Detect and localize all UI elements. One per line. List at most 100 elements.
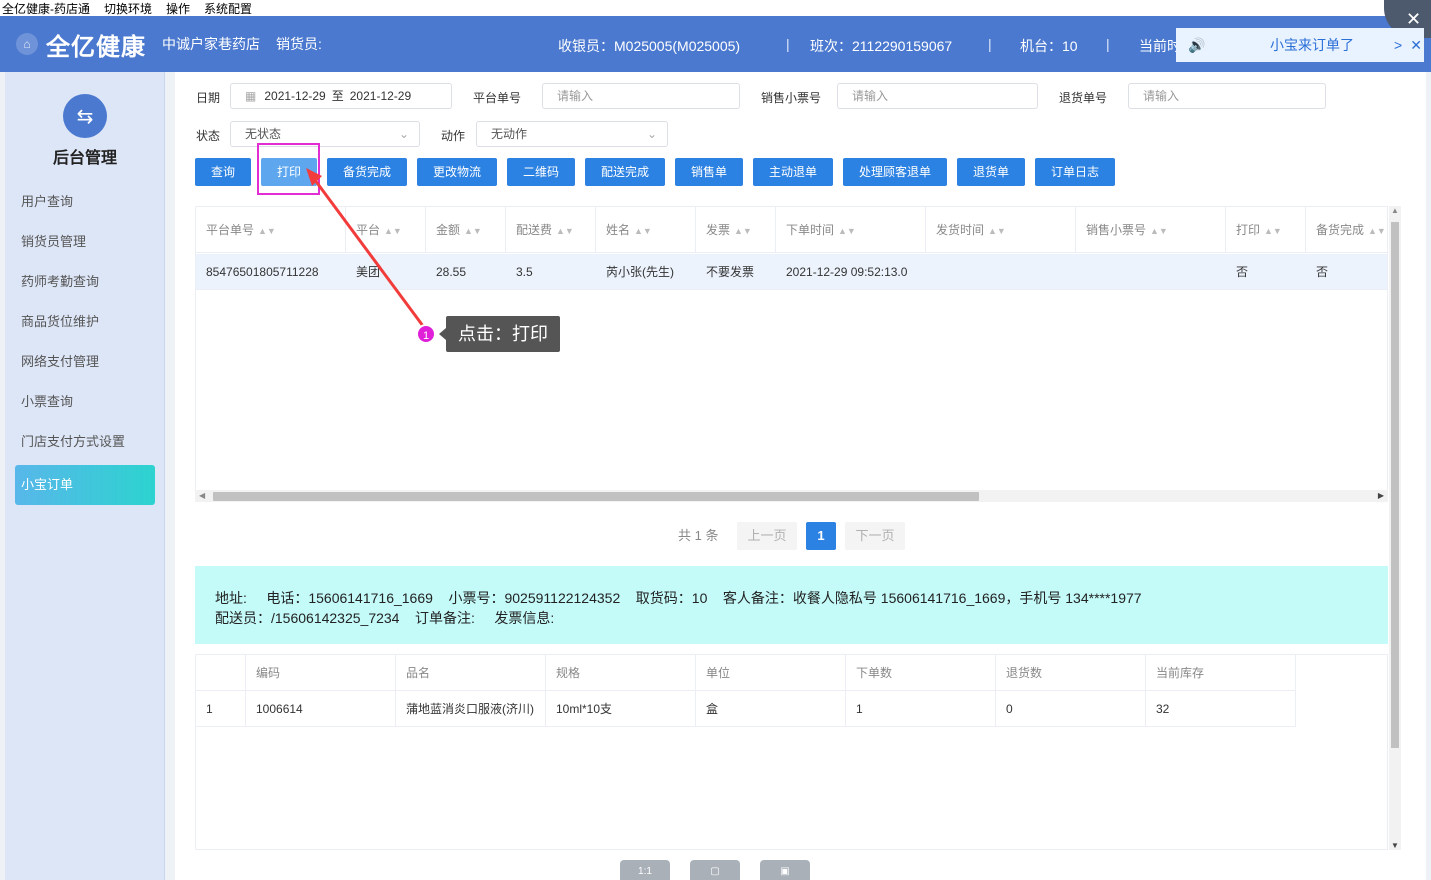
- horizontal-scrollbar[interactable]: ◀ ▶: [195, 490, 1388, 502]
- order-info-line2: 配送员：/15606142325_7234 订单备注: 发票信息:: [215, 610, 555, 626]
- scrollbar-thumb[interactable]: [213, 492, 979, 501]
- query-button[interactable]: 查询: [195, 158, 251, 186]
- chevron-down-icon: ⌄: [398, 127, 409, 141]
- date-label: 日期: [196, 91, 221, 105]
- sidebar-item-payment-settings[interactable]: 门店支付方式设置: [15, 422, 155, 462]
- cell-stock: 32: [1146, 691, 1296, 727]
- main-panel: 日期 ▦ 2021-12-29 至 2021-12-29 平台单号 请输入 销售小票号…: [175, 72, 1426, 880]
- sidebar-item-user-query[interactable]: 用户查询: [15, 182, 155, 222]
- col-ship-time[interactable]: 发货时间 ▲▼: [926, 207, 1076, 253]
- handle-customer-refund-button[interactable]: 处理顾客退单: [843, 158, 947, 186]
- close-icon[interactable]: ✕: [1410, 37, 1422, 54]
- change-logistics-button[interactable]: 更改物流: [417, 158, 497, 186]
- cell-sales-ticket: [1076, 254, 1086, 290]
- menu-app-title: 全亿健康-药店通: [2, 1, 90, 16]
- return-no-input[interactable]: 请输入: [1128, 83, 1326, 109]
- sidebar-item-online-payment[interactable]: 网络支付管理: [15, 342, 155, 382]
- header-divider: |: [1106, 36, 1110, 52]
- sort-icon[interactable]: ▲▼: [734, 226, 752, 236]
- notification-text[interactable]: 小宝来订单了: [1270, 35, 1354, 55]
- scroll-right-icon[interactable]: ▶: [1378, 490, 1384, 502]
- return-order-button[interactable]: 退货单: [957, 158, 1025, 186]
- col-unit: 单位: [696, 655, 846, 691]
- scrollbar-thumb[interactable]: [1391, 222, 1399, 748]
- actual-size-button[interactable]: 1:1: [620, 860, 670, 880]
- col-order-time[interactable]: 下单时间 ▲▼: [776, 207, 926, 253]
- order-info-line1: 地址: 电话：15606141716_1669 小票号：902591122124…: [215, 590, 1142, 606]
- sort-icon[interactable]: ▲▼: [384, 226, 402, 236]
- status-label: 状态: [196, 129, 221, 143]
- col-stock-ready[interactable]: 备货完成 ▲▼: [1306, 207, 1387, 253]
- seller-label: 销货员:: [276, 36, 322, 52]
- pagination-total: 共 1 条: [678, 528, 719, 543]
- sort-icon[interactable]: ▲▼: [464, 226, 482, 236]
- step-number-badge: 1: [416, 324, 436, 344]
- sidebar-item-xiaobao-orders[interactable]: 小宝订单: [15, 465, 155, 505]
- action-select[interactable]: 无动作 ⌄: [476, 121, 668, 147]
- col-invoice[interactable]: 发票 ▲▼: [696, 207, 776, 253]
- cell-spec: 10ml*10支: [546, 691, 696, 727]
- sidebar-item-ticket-query[interactable]: 小票查询: [15, 382, 155, 422]
- scroll-down-icon[interactable]: ▼: [1391, 841, 1399, 850]
- sidebar-item-goods-location[interactable]: 商品货位维护: [15, 302, 155, 342]
- cell-product-name: 蒲地蓝消炎口服液(济川): [396, 691, 546, 727]
- prev-page-button[interactable]: 上一页: [737, 522, 797, 550]
- sort-icon[interactable]: ▲▼: [1150, 226, 1168, 236]
- col-print[interactable]: 打印 ▲▼: [1226, 207, 1306, 253]
- menu-bar: 全亿健康-药店通 切换环境 操作 系统配置: [0, 0, 1431, 16]
- orders-table-header: 平台单号 ▲▼ 平台 ▲▼ 金额 ▲▼ 配送费 ▲▼ 姓名 ▲▼ 发票 ▲▼ 下单时间 ▲▼ …: [196, 207, 1387, 253]
- col-delivery-fee[interactable]: 配送费 ▲▼: [506, 207, 596, 253]
- print-button-highlight: [257, 143, 320, 195]
- delivery-done-button[interactable]: 配送完成: [585, 158, 665, 186]
- date-separator: 至: [331, 89, 344, 103]
- menu-operations[interactable]: 操作: [164, 0, 190, 17]
- scroll-left-icon[interactable]: ◀: [199, 490, 205, 502]
- sales-order-button[interactable]: 销售单: [675, 158, 743, 186]
- col-platform-no[interactable]: 平台单号 ▲▼: [196, 207, 346, 253]
- page-1-button[interactable]: 1: [806, 522, 836, 550]
- platform-no-input[interactable]: 请输入: [542, 83, 740, 109]
- chevron-right-icon[interactable]: >: [1394, 37, 1402, 53]
- sort-icon[interactable]: ▲▼: [1264, 226, 1282, 236]
- order-log-button[interactable]: 订单日志: [1035, 158, 1115, 186]
- fit-screen-icon[interactable]: ▢: [690, 860, 740, 880]
- cell-stock-ready: 否: [1316, 265, 1329, 279]
- export-icon[interactable]: ▣: [760, 860, 810, 880]
- col-product-name: 品名: [396, 655, 546, 691]
- scroll-up-icon[interactable]: ▲: [1391, 206, 1399, 215]
- sort-icon[interactable]: ▲▼: [634, 226, 652, 236]
- qrcode-button[interactable]: 二维码: [507, 158, 575, 186]
- col-sales-ticket[interactable]: 销售小票号 ▲▼: [1076, 207, 1226, 253]
- table-row[interactable]: 85476501805711228 美团 28.55 3.5 芮小张(先生) 不…: [196, 254, 1387, 290]
- stock-ready-button[interactable]: 备货完成: [327, 158, 407, 186]
- sort-icon[interactable]: ▲▼: [556, 226, 574, 236]
- sidebar-item-pharmacist-attendance[interactable]: 药师考勤查询: [15, 262, 155, 302]
- cell-unit: 盒: [696, 691, 846, 727]
- sort-icon[interactable]: ▲▼: [988, 226, 1006, 236]
- home-icon[interactable]: ⌂: [16, 33, 38, 55]
- vertical-scrollbar[interactable]: ▲ ▼: [1389, 206, 1401, 850]
- col-amount[interactable]: 金额 ▲▼: [426, 207, 506, 253]
- header-divider: |: [786, 36, 790, 52]
- sort-icon[interactable]: ▲▼: [1368, 226, 1386, 236]
- date-range-picker[interactable]: ▦ 2021-12-29 至 2021-12-29: [230, 83, 452, 109]
- date-from: 2021-12-29: [264, 89, 326, 103]
- sales-ticket-input[interactable]: 请输入: [837, 83, 1038, 109]
- platform-no-label: 平台单号: [473, 91, 522, 105]
- menu-system-config[interactable]: 系统配置: [202, 0, 252, 17]
- machine-info: 机台：10: [1020, 38, 1078, 54]
- sort-icon[interactable]: ▲▼: [258, 226, 276, 236]
- next-page-button[interactable]: 下一页: [845, 522, 905, 550]
- sidebar-item-seller-mgmt[interactable]: 销货员管理: [15, 222, 155, 262]
- menu-switch-env[interactable]: 切换环境: [102, 0, 152, 17]
- col-name[interactable]: 姓名 ▲▼: [596, 207, 696, 253]
- cell-delivery-fee: 3.5: [516, 265, 533, 279]
- cell-code: 1006614: [246, 691, 396, 727]
- order-details-table: 编码 品名 规格 单位 下单数 退货数 当前库存 1 1006614 蒲地蓝消炎…: [195, 654, 1388, 850]
- order-notification[interactable]: 🔊 小宝来订单了 > ✕: [1176, 28, 1424, 62]
- sort-icon[interactable]: ▲▼: [838, 226, 856, 236]
- current-time-label: 当前时: [1139, 38, 1181, 54]
- proactive-refund-button[interactable]: 主动退单: [753, 158, 833, 186]
- col-platform[interactable]: 平台 ▲▼: [346, 207, 426, 253]
- order-info-panel: 地址: 电话：15606141716_1669 小票号：902591122124…: [195, 566, 1388, 644]
